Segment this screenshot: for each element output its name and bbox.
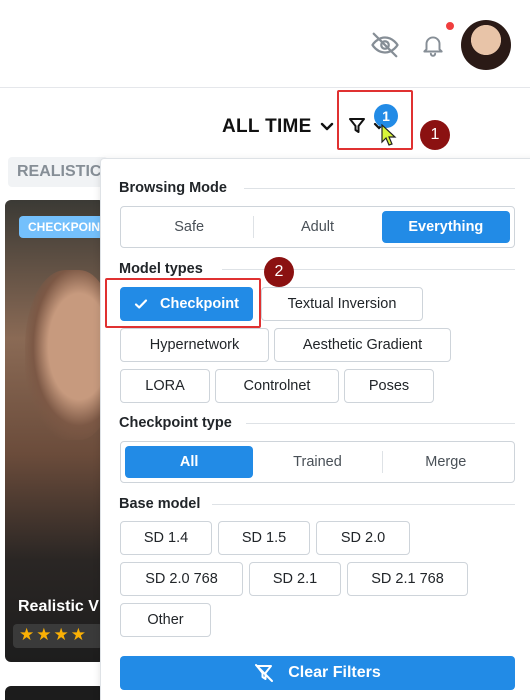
base-model-sd-1-4[interactable]: SD 1.4 [120,521,212,555]
checkpoint-type-merge[interactable]: Merge [381,446,510,478]
model-type-textual-inversion[interactable]: Textual Inversion [261,287,423,321]
clear-filters-label: Clear Filters [288,664,381,681]
notification-dot [444,20,456,32]
bell-icon[interactable] [416,28,450,62]
base-model-sd-2-0-768[interactable]: SD 2.0 768 [120,562,243,596]
base-model-sd-1-5[interactable]: SD 1.5 [218,521,310,555]
clear-filters-button[interactable]: Clear Filters [120,656,515,690]
browsing-mode-control: Safe Adult Everything [120,206,515,248]
base-model-sd-2-1[interactable]: SD 2.1 [249,562,341,596]
card-title: Realistic V [18,598,99,615]
annotation-step-1: 1 [420,120,450,150]
divider [212,504,515,505]
card-type-badge: CHECKPOINT [19,216,105,238]
model-type-controlnet[interactable]: Controlnet [215,369,339,403]
category-tag[interactable]: REALISTIC [8,157,108,187]
top-header [0,0,530,88]
user-avatar[interactable] [461,20,511,70]
browsing-mode-heading: Browsing Mode [119,180,227,196]
checkpoint-type-control: All Trained Merge [120,441,515,483]
browsing-mode-safe[interactable]: Safe [125,211,253,243]
model-card[interactable]: CHECKPOINT Realistic V [5,200,105,662]
divider [246,423,515,424]
annotation-highlight-filter [337,90,413,150]
card-rating-stars: ★★★★ [13,624,103,648]
model-types-heading: Model types [119,261,203,277]
annotation-step-2: 2 [264,257,294,287]
browsing-mode-everything[interactable]: Everything [381,211,510,243]
base-model-sd-2-0[interactable]: SD 2.0 [316,521,410,555]
model-card[interactable] [5,686,105,700]
checkpoint-type-all[interactable]: All [125,446,254,478]
eye-off-icon[interactable] [368,28,402,62]
divider [244,188,515,189]
checkpoint-type-trained[interactable]: Trained [253,446,381,478]
model-type-aesthetic-gradient[interactable]: Aesthetic Gradient [274,328,451,362]
model-type-lora[interactable]: LORA [120,369,210,403]
browsing-mode-adult[interactable]: Adult [253,211,381,243]
base-model-other[interactable]: Other [120,603,211,637]
model-type-poses[interactable]: Poses [344,369,434,403]
checkpoint-type-heading: Checkpoint type [119,415,232,431]
filter-off-icon [255,664,274,682]
annotation-highlight-checkpoint [105,278,261,328]
model-type-hypernetwork[interactable]: Hypernetwork [120,328,269,362]
sort-period-label[interactable]: ALL TIME [222,116,312,138]
base-model-sd-2-1-768[interactable]: SD 2.1 768 [347,562,468,596]
base-model-heading: Base model [119,496,201,512]
card-image [25,270,105,440]
chevron-down-icon[interactable] [318,116,336,136]
